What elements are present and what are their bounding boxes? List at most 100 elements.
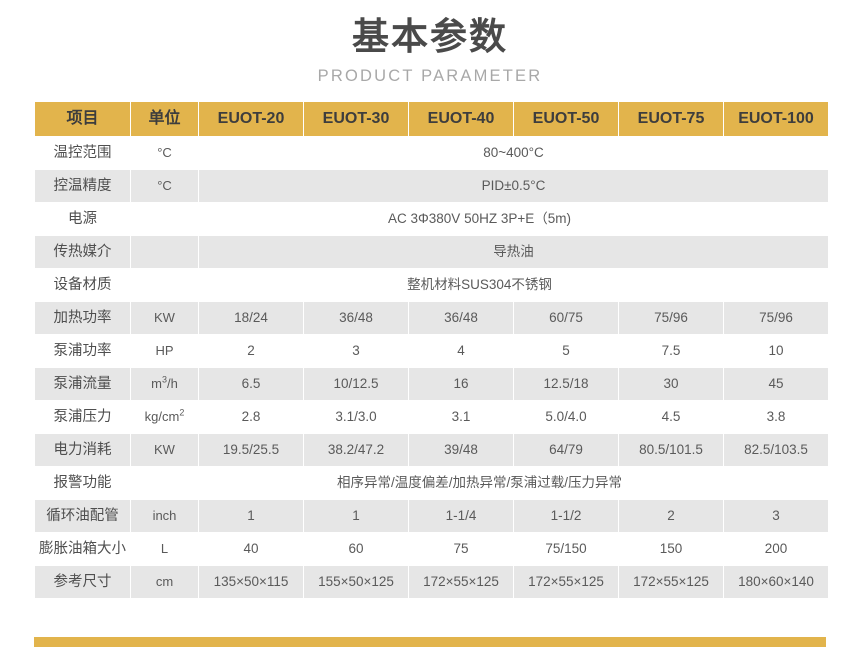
- cell-value: 4.5: [619, 401, 723, 433]
- row-merged-value: 相序异常/温度偏差/加热异常/泵浦过载/压力异常: [131, 467, 828, 499]
- table-header-row: 项目 单位 EUOT-20 EUOT-30 EUOT-40 EUOT-50 EUOT-75 E…: [35, 102, 828, 136]
- row-merged-value: AC 3Φ380V 50HZ 3P+E（5m): [131, 203, 828, 235]
- cell-value: 7.5: [619, 335, 723, 367]
- spec-table-body: 温控范围 °C 80~400°C 控温精度 °C PID±0.5°C 电源 AC 3Φ380V…: [35, 137, 828, 598]
- cell-value: 6.5: [199, 368, 303, 400]
- spec-table-head: 项目 单位 EUOT-20 EUOT-30 EUOT-40 EUOT-50 EUOT-75 E…: [35, 102, 828, 136]
- cell-value: 172×55×125: [619, 566, 723, 598]
- row-unit: [131, 236, 198, 268]
- row-unit: L: [131, 533, 198, 565]
- cell-value: 64/79: [514, 434, 618, 466]
- column-header-2: EUOT-20: [199, 102, 303, 136]
- cell-value: 5.0/4.0: [514, 401, 618, 433]
- cell-value: 75/150: [514, 533, 618, 565]
- spec-table-container: 项目 单位 EUOT-20 EUOT-30 EUOT-40 EUOT-50 EUOT-75 E…: [34, 101, 829, 599]
- table-row: 设备材质 整机材料SUS304不锈钢: [35, 269, 828, 301]
- row-label: 加热功率: [35, 302, 130, 334]
- row-label: 控温精度: [35, 170, 130, 202]
- cell-value: 75/96: [724, 302, 828, 334]
- column-header-1: 单位: [131, 102, 198, 136]
- column-header-0: 项目: [35, 102, 130, 136]
- row-label: 膨胀油箱大小: [35, 533, 130, 565]
- cell-value: 150: [619, 533, 723, 565]
- cell-value: 3: [304, 335, 408, 367]
- row-unit: cm: [131, 566, 198, 598]
- spec-table: 项目 单位 EUOT-20 EUOT-30 EUOT-40 EUOT-50 EUOT-75 E…: [34, 101, 829, 599]
- column-header-6: EUOT-75: [619, 102, 723, 136]
- bottom-accent-bar: [34, 637, 826, 647]
- cell-value: 155×50×125: [304, 566, 408, 598]
- page-title: 基本参数: [352, 16, 508, 57]
- cell-value: 30: [619, 368, 723, 400]
- product-parameter-page: 基本参数 PRODUCT PARAMETER 项目 单位 EUOT-20 EUOT-3…: [0, 0, 860, 647]
- table-row: 泵浦流量 m3/h 6.5 10/12.5 16 12.5/18 30 45: [35, 368, 828, 400]
- row-unit: inch: [131, 500, 198, 532]
- row-label: 泵浦功率: [35, 335, 130, 367]
- table-row: 温控范围 °C 80~400°C: [35, 137, 828, 169]
- row-label: 设备材质: [35, 269, 130, 301]
- cell-value: 3.1: [409, 401, 513, 433]
- cell-value: 180×60×140: [724, 566, 828, 598]
- row-label: 泵浦流量: [35, 368, 130, 400]
- table-row: 膨胀油箱大小 L 40 60 75 75/150 150 200: [35, 533, 828, 565]
- cell-value: 10/12.5: [304, 368, 408, 400]
- row-unit: °C: [131, 170, 198, 202]
- cell-value: 19.5/25.5: [199, 434, 303, 466]
- cell-value: 1: [304, 500, 408, 532]
- cell-value: 36/48: [304, 302, 408, 334]
- cell-value: 1-1/4: [409, 500, 513, 532]
- table-row: 传热媒介 导热油: [35, 236, 828, 268]
- column-header-3: EUOT-30: [304, 102, 408, 136]
- row-label: 循环油配管: [35, 500, 130, 532]
- cell-value: 36/48: [409, 302, 513, 334]
- cell-value: 2.8: [199, 401, 303, 433]
- cell-value: 40: [199, 533, 303, 565]
- table-row: 电源 AC 3Φ380V 50HZ 3P+E（5m): [35, 203, 828, 235]
- page-subtitle: PRODUCT PARAMETER: [317, 67, 543, 86]
- cell-value: 16: [409, 368, 513, 400]
- table-row: 加热功率 KW 18/24 36/48 36/48 60/75 75/96 75/96: [35, 302, 828, 334]
- table-row: 循环油配管 inch 1 1 1-1/4 1-1/2 2 3: [35, 500, 828, 532]
- column-header-5: EUOT-50: [514, 102, 618, 136]
- cell-value: 5: [514, 335, 618, 367]
- table-row: 泵浦压力 kg/cm2 2.8 3.1/3.0 3.1 5.0/4.0 4.5 3.8: [35, 401, 828, 433]
- column-header-7: EUOT-100: [724, 102, 828, 136]
- row-unit: HP: [131, 335, 198, 367]
- cell-value: 75: [409, 533, 513, 565]
- row-label: 传热媒介: [35, 236, 130, 268]
- column-header-4: EUOT-40: [409, 102, 513, 136]
- table-row: 泵浦功率 HP 2 3 4 5 7.5 10: [35, 335, 828, 367]
- cell-value: 18/24: [199, 302, 303, 334]
- cell-value: 60: [304, 533, 408, 565]
- cell-value: 39/48: [409, 434, 513, 466]
- row-label: 报警功能: [35, 467, 130, 499]
- row-unit: KW: [131, 302, 198, 334]
- row-unit: kg/cm2: [131, 401, 198, 433]
- cell-value: 172×55×125: [514, 566, 618, 598]
- cell-value: 172×55×125: [409, 566, 513, 598]
- row-merged-value: 整机材料SUS304不锈钢: [131, 269, 828, 301]
- cell-value: 2: [619, 500, 723, 532]
- cell-value: 3.8: [724, 401, 828, 433]
- cell-value: 82.5/103.5: [724, 434, 828, 466]
- cell-value: 135×50×115: [199, 566, 303, 598]
- row-unit: KW: [131, 434, 198, 466]
- row-merged-value: 导热油: [199, 236, 828, 268]
- cell-value: 12.5/18: [514, 368, 618, 400]
- row-merged-value: 80~400°C: [199, 137, 828, 169]
- row-label: 参考尺寸: [35, 566, 130, 598]
- row-label: 泵浦压力: [35, 401, 130, 433]
- cell-value: 4: [409, 335, 513, 367]
- cell-value: 38.2/47.2: [304, 434, 408, 466]
- cell-value: 45: [724, 368, 828, 400]
- table-row: 电力消耗 KW 19.5/25.5 38.2/47.2 39/48 64/79 80.5/1…: [35, 434, 828, 466]
- table-row: 控温精度 °C PID±0.5°C: [35, 170, 828, 202]
- cell-value: 75/96: [619, 302, 723, 334]
- cell-value: 1-1/2: [514, 500, 618, 532]
- table-row: 报警功能 相序异常/温度偏差/加热异常/泵浦过载/压力异常: [35, 467, 828, 499]
- row-label: 电源: [35, 203, 130, 235]
- row-merged-value: PID±0.5°C: [199, 170, 828, 202]
- row-unit: °C: [131, 137, 198, 169]
- cell-value: 2: [199, 335, 303, 367]
- cell-value: 60/75: [514, 302, 618, 334]
